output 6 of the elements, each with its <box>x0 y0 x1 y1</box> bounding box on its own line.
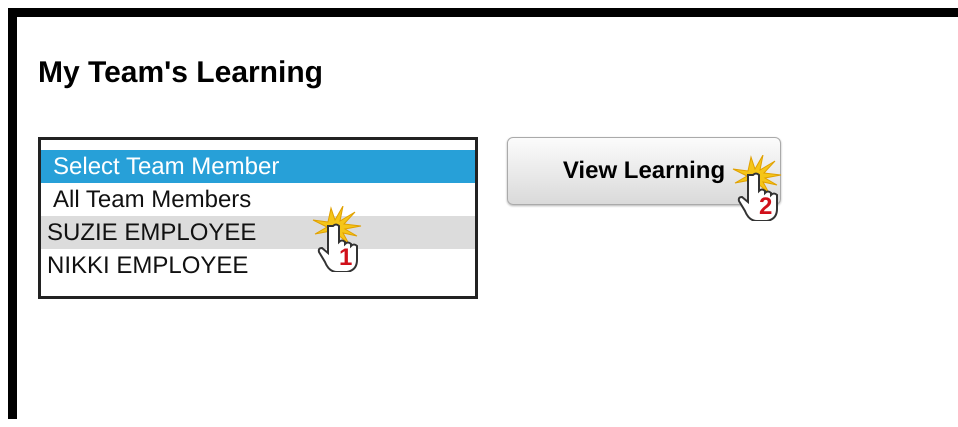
page-heading: My Team's Learning <box>38 55 324 91</box>
list-option[interactable]: NIKKI EMPLOYEE <box>41 249 252 282</box>
list-option[interactable]: All Team Members <box>41 183 256 216</box>
team-member-listbox[interactable]: Select Team Member All Team Members SUZIE EMPLOYEE NIKKI EMPLOYEE 1 <box>38 137 478 299</box>
step-number: 1 <box>339 246 352 270</box>
list-option[interactable]: SUZIE EMPLOYEE <box>41 216 475 249</box>
